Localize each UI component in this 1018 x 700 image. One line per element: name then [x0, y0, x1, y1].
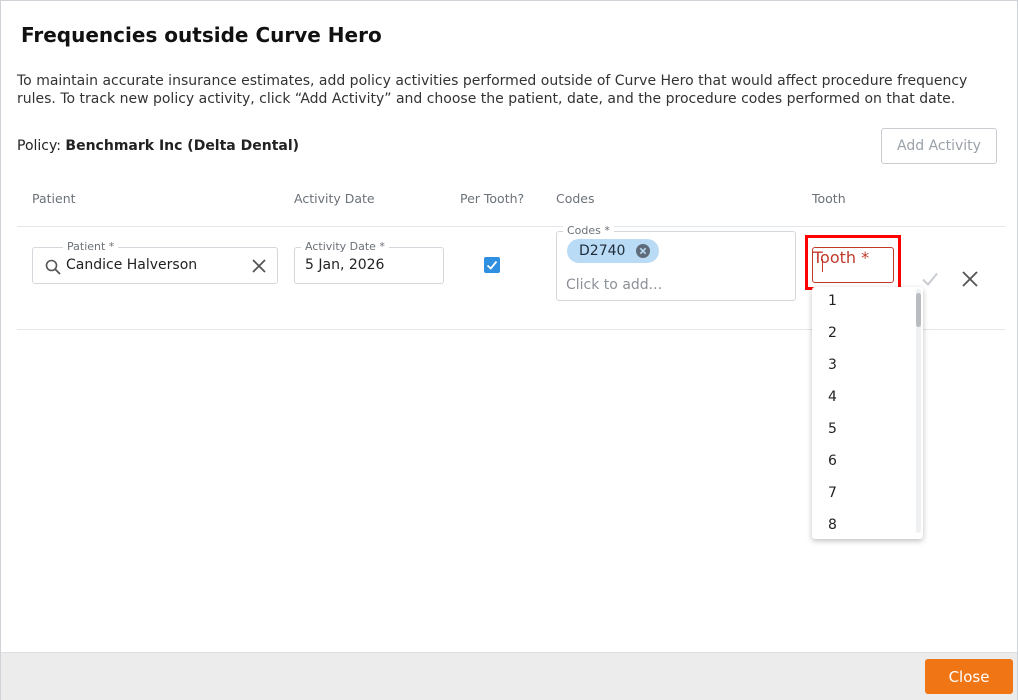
confirm-check-icon[interactable]	[921, 271, 939, 287]
code-chip-label: D2740	[579, 243, 626, 259]
cancel-row-icon[interactable]	[961, 270, 979, 288]
checkmark-icon	[486, 260, 498, 270]
dialog-description: To maintain accurate insurance estimates…	[17, 73, 968, 107]
policy-value: Benchmark Inc (Delta Dental)	[65, 138, 300, 154]
tooth-dropdown[interactable]: 1 2 3 4 5 6 7 8	[812, 287, 923, 539]
remove-chip-icon[interactable]	[636, 244, 650, 258]
col-header-tooth: Tooth	[812, 191, 846, 206]
activity-date-field[interactable]: Activity Date * 5 Jan, 2026	[294, 240, 444, 284]
code-chip[interactable]: D2740	[567, 239, 659, 263]
add-activity-button[interactable]: Add Activity	[881, 128, 997, 164]
col-header-patient: Patient	[32, 191, 76, 206]
codes-field-label: Codes *	[563, 224, 614, 237]
search-icon	[45, 259, 61, 275]
dialog-title: Frequencies outside Curve Hero	[21, 23, 382, 47]
per-tooth-checkbox[interactable]	[484, 257, 500, 273]
tooth-option[interactable]: 7	[828, 485, 837, 501]
header-divider	[17, 226, 1005, 227]
dropdown-scrollbar-thumb[interactable]	[916, 293, 921, 327]
tooth-option[interactable]: 6	[828, 453, 837, 469]
tooth-option[interactable]: 4	[828, 389, 837, 405]
codes-add-placeholder[interactable]: Click to add...	[566, 277, 662, 293]
policy-label: Policy:	[17, 138, 61, 154]
close-button[interactable]: Close	[925, 659, 1013, 694]
activity-date-value: 5 Jan, 2026	[305, 257, 385, 273]
col-header-per-tooth: Per Tooth?	[460, 191, 525, 206]
dialog-footer	[1, 652, 1017, 700]
highlight-box	[805, 235, 901, 290]
tooth-option[interactable]: 5	[828, 421, 837, 437]
tooth-option[interactable]: 8	[828, 517, 837, 533]
policy-line: Policy: Benchmark Inc (Delta Dental)	[17, 138, 299, 154]
patient-field-label: Patient *	[63, 240, 119, 253]
activity-date-label: Activity Date *	[301, 240, 389, 253]
patient-field[interactable]: Patient * Candice Halverson	[32, 240, 278, 284]
frequencies-dialog: Frequencies outside Curve Hero To mainta…	[0, 0, 1018, 700]
patient-field-value: Candice Halverson	[66, 257, 198, 273]
clear-patient-icon[interactable]	[251, 258, 267, 274]
tooth-option[interactable]: 3	[828, 357, 837, 373]
tooth-option[interactable]: 1	[828, 293, 837, 309]
col-header-activity-date: Activity Date	[294, 191, 375, 206]
col-header-codes: Codes	[556, 191, 595, 206]
tooth-option[interactable]: 2	[828, 325, 837, 341]
